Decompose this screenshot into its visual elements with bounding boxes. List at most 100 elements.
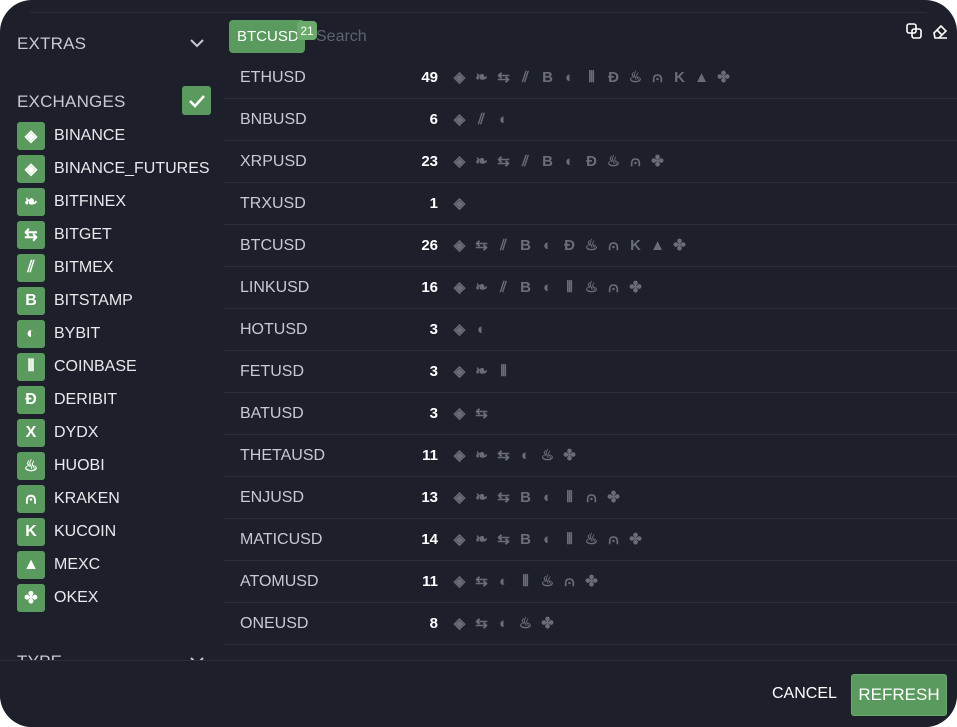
select-all-exchanges-checkbox[interactable] (182, 86, 211, 115)
kucoin-icon: K (17, 518, 45, 546)
market-row[interactable]: ETHUSD 49 ◈ ❧ ⇆ ⫽ B ◐ ⦀ Đ ♨ ⩀ K ▲ ✤ (224, 57, 957, 99)
exchange-label: MEXC (54, 556, 101, 573)
exchange-icons: ◈ ⫽ ◐ (450, 109, 513, 129)
selected-market-chip[interactable]: BTCUSD 21 (229, 20, 317, 53)
bitget-icon: ⇆ (497, 489, 510, 506)
kucoin-icon: K (630, 236, 641, 254)
exchange-toggle-kraken[interactable]: ⩀ KRAKEN (17, 485, 120, 513)
exchange-toggle-okex[interactable]: ✤ OKEX (17, 584, 98, 612)
huobi-icon: ♨ (606, 153, 621, 170)
binance-icon: ◈ (453, 615, 466, 632)
exchange-toggle-kucoin[interactable]: K KUCOIN (17, 518, 116, 546)
market-symbol: ATOMUSD (240, 573, 319, 590)
bitstamp-icon: B (520, 488, 531, 506)
market-count: 16 (421, 279, 438, 296)
exchange-icons: ◈ ❧ ⇆ ◐ ♨ ✤ (450, 445, 579, 465)
bitstamp-icon: B (542, 152, 553, 170)
search-input[interactable] (316, 24, 616, 50)
market-row[interactable]: FETUSD 3 ◈ ❧ ⦀ (224, 351, 957, 393)
kraken-icon: ⩀ (564, 572, 575, 590)
market-row[interactable]: LINKUSD 16 ◈ ❧ ⫽ B ◐ ⦀ ♨ ⩀ ✤ (224, 267, 957, 309)
exchange-toggle-dydx[interactable]: X DYDX (17, 419, 98, 447)
market-count: 14 (421, 531, 438, 548)
bitmex-icon: ⫽ (522, 152, 529, 170)
bitget-icon: ⇆ (497, 447, 510, 464)
exchange-toggle-bitmex[interactable]: ⫽ BITMEX (17, 254, 114, 282)
bitstamp-icon: B (17, 287, 45, 315)
exchange-icons: ◈ ◐ (450, 319, 491, 339)
bybit-icon: ◐ (564, 68, 575, 86)
mexc-icon: ▲ (694, 68, 709, 86)
bitget-icon: ⇆ (475, 405, 488, 422)
okex-icon: ✤ (563, 447, 576, 464)
market-row[interactable]: BTCUSD 26 ◈ ⇆ ⫽ B ◐ Đ ♨ ⩀ K ▲ ✤ (224, 225, 957, 267)
coinbase-icon: ⦀ (566, 530, 573, 548)
market-row[interactable]: ONEUSD 8 ◈ ⇆ ◐ ♨ ✤ (224, 603, 957, 645)
exchange-toggle-mexc[interactable]: ▲ MEXC (17, 551, 100, 579)
market-symbol: FETUSD (240, 363, 304, 380)
refresh-button[interactable]: REFRESH (851, 674, 947, 716)
exchange-toggle-bybit[interactable]: ◐ BYBIT (17, 320, 100, 348)
bitfinex-icon: ❧ (475, 447, 488, 464)
exchange-toggle-binance[interactable]: ◈ BINANCE (17, 122, 125, 150)
binance-icon: ◈ (453, 69, 466, 86)
okex-icon: ✤ (585, 573, 598, 590)
market-row[interactable]: BATUSD 3 ◈ ⇆ (224, 393, 957, 435)
huobi-icon: ♨ (540, 447, 555, 464)
exchange-icons: ◈ ⇆ (450, 403, 491, 423)
market-symbol: THETAUSD (240, 447, 326, 464)
copy-icon[interactable] (905, 22, 923, 40)
okex-icon: ✤ (673, 237, 686, 254)
market-row[interactable]: ATOMUSD 11 ◈ ⇆ ◐ ⦀ ♨ ⩀ ✤ (224, 561, 957, 603)
market-count: 13 (421, 489, 438, 506)
market-row[interactable]: BNBUSD 6 ◈ ⫽ ◐ (224, 99, 957, 141)
exchange-toggle-binance-futures[interactable]: ◈ BINANCE_FUTURES (17, 155, 210, 183)
eraser-icon[interactable] (931, 22, 949, 40)
type-section-title[interactable]: TYPE (17, 652, 62, 660)
cancel-button[interactable]: CANCEL (772, 685, 837, 703)
bybit-icon: ◐ (520, 446, 531, 464)
market-row[interactable]: THETAUSD 11 ◈ ❧ ⇆ ◐ ♨ ✤ (224, 435, 957, 477)
extras-section-title[interactable]: EXTRAS (17, 34, 86, 54)
coinbase-icon: ⦀ (566, 488, 573, 506)
exchange-label: HUOBI (54, 457, 105, 474)
exchange-label: DERIBIT (54, 391, 118, 408)
exchange-label: KUCOIN (54, 523, 117, 540)
binance-icon: ◈ (453, 447, 466, 464)
market-symbol: BTCUSD (240, 237, 306, 254)
market-row[interactable]: TRXUSD 1 ◈ (224, 183, 957, 225)
exchange-icons: ◈ ❧ ⫽ B ◐ ⦀ ♨ ⩀ ✤ (450, 277, 645, 297)
market-row[interactable]: HOTUSD 3 ◈ ◐ (224, 309, 957, 351)
exchange-toggle-bitget[interactable]: ⇆ BITGET (17, 221, 112, 249)
exchange-toggle-bitfinex[interactable]: ❧ BITFINEX (17, 188, 126, 216)
bybit-icon: ◐ (498, 572, 509, 590)
market-row[interactable]: MATICUSD 14 ◈ ❧ ⇆ B ◐ ⦀ ♨ ⩀ ✤ (224, 519, 957, 561)
market-row[interactable]: ENJUSD 13 ◈ ❧ ⇆ B ◐ ⦀ ⩀ ✤ (224, 477, 957, 519)
exchange-toggle-huobi[interactable]: ♨ HUOBI (17, 452, 105, 480)
divider (30, 12, 927, 13)
market-symbol: BATUSD (240, 405, 304, 422)
binance-icon: ◈ (453, 237, 466, 254)
bitfinex-icon: ❧ (475, 363, 488, 380)
bitstamp-icon: B (542, 68, 553, 86)
bybit-icon: ◐ (498, 110, 509, 128)
bybit-icon: ◐ (542, 488, 553, 506)
market-row[interactable]: XRPUSD 23 ◈ ❧ ⇆ ⫽ B ◐ Đ ♨ ⩀ ✤ (224, 141, 957, 183)
market-symbol: LINKUSD (240, 279, 310, 296)
bitfinex-icon: ❧ (475, 153, 488, 170)
exchange-label: BITGET (54, 226, 112, 243)
okex-icon: ✤ (629, 279, 642, 296)
market-symbol: ONEUSD (240, 615, 309, 632)
market-symbol: MATICUSD (240, 531, 323, 548)
exchange-toggle-coinbase[interactable]: ⦀ COINBASE (17, 353, 137, 381)
bitstamp-icon: B (520, 530, 531, 548)
exchange-toggle-bitstamp[interactable]: B BITSTAMP (17, 287, 133, 315)
market-symbol: BNBUSD (240, 111, 307, 128)
exchange-toggle-deribit[interactable]: Đ DERIBIT (17, 386, 117, 414)
chevron-down-icon[interactable] (188, 652, 206, 660)
market-count: 3 (429, 363, 438, 380)
mexc-icon: ▲ (17, 551, 45, 579)
bybit-icon: ◐ (17, 320, 45, 348)
chevron-down-icon[interactable] (188, 34, 206, 52)
exchange-icons: ◈ ❧ ⦀ (450, 361, 513, 381)
